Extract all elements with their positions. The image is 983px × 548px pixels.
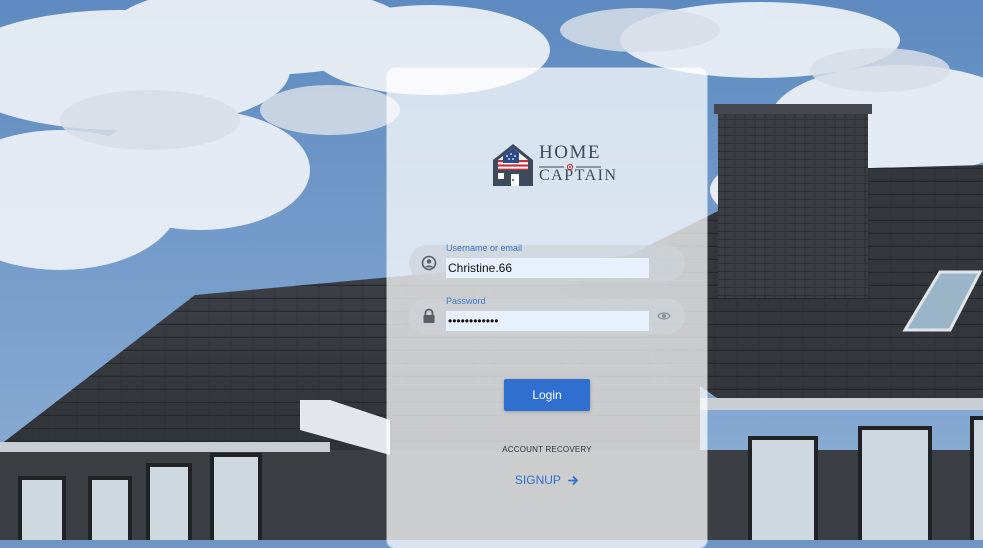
eye-icon[interactable] — [657, 310, 671, 322]
login-card: HOME CAPTAIN Username or email Password — [387, 68, 707, 548]
username-label: Username or email — [446, 243, 523, 253]
password-field: Password — [409, 296, 685, 334]
house-flag-icon — [493, 144, 533, 186]
arrow-right-icon — [568, 476, 578, 486]
signup-link[interactable]: SIGNUP — [387, 473, 707, 487]
user-circle-icon — [421, 255, 437, 271]
logo-line-captain: CAPTAIN — [539, 167, 618, 184]
lock-icon — [423, 308, 435, 323]
password-input[interactable] — [446, 311, 649, 331]
username-input[interactable] — [446, 258, 649, 278]
logo-line-home: HOME — [539, 142, 601, 163]
account-recovery-link[interactable]: ACCOUNT RECOVERY — [387, 445, 707, 454]
login-button[interactable]: Login — [504, 379, 590, 411]
home-captain-logo: HOME CAPTAIN — [489, 140, 616, 190]
username-field: Username or email — [409, 243, 685, 281]
signup-label: SIGNUP — [514, 473, 561, 487]
password-label: Password — [446, 296, 486, 306]
